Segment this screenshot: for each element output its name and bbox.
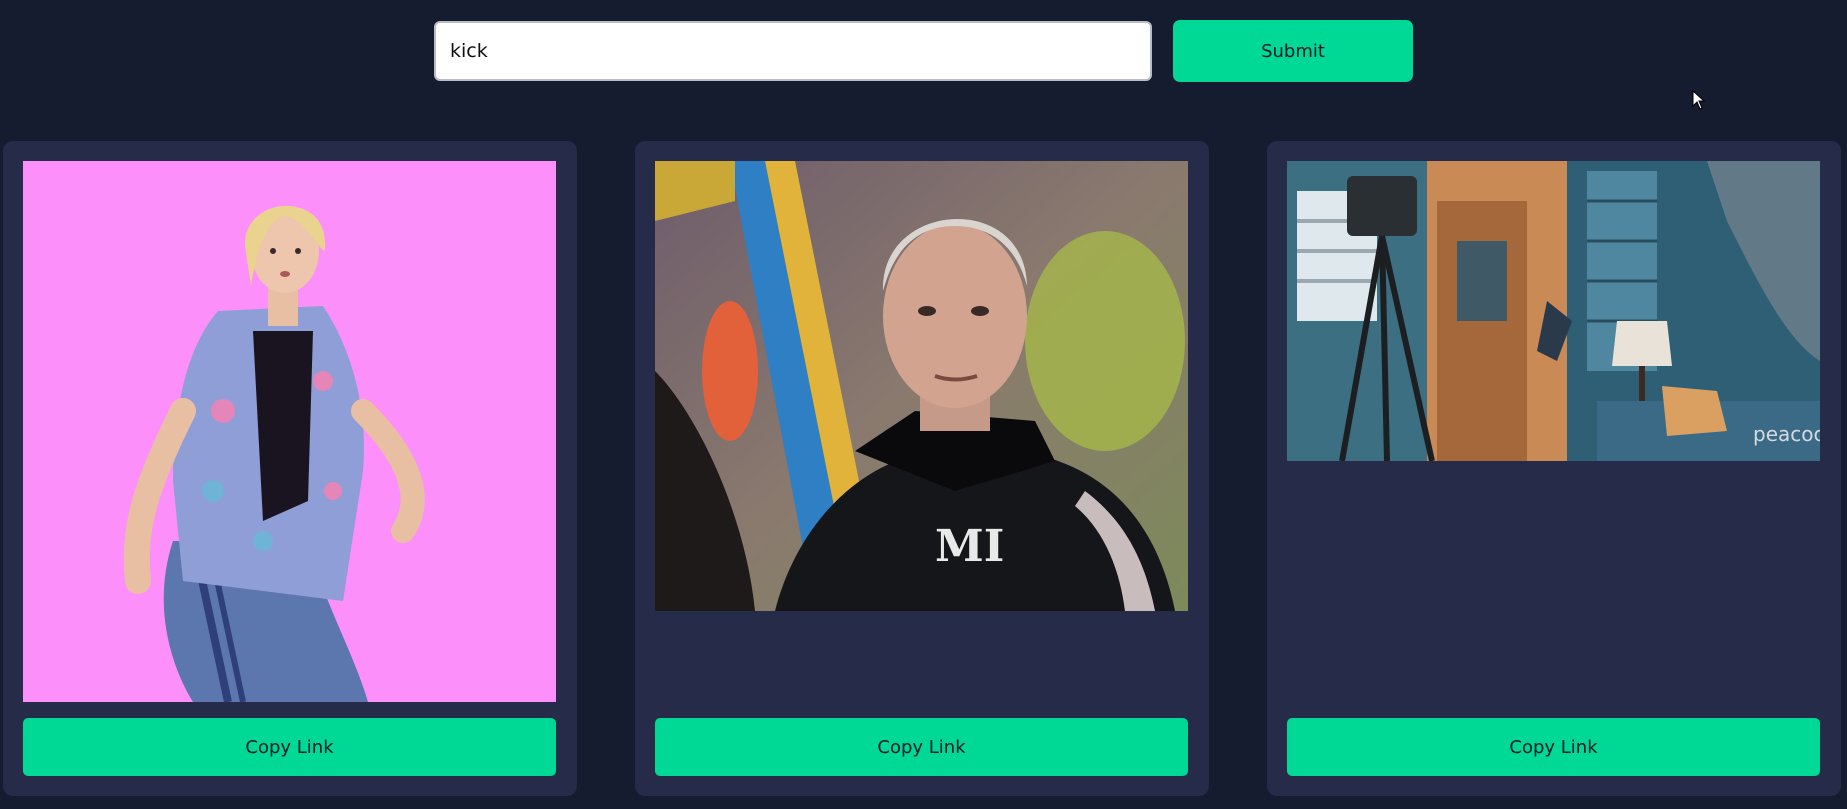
- copy-link-button[interactable]: Copy Link: [655, 718, 1188, 776]
- submit-button[interactable]: Submit: [1173, 20, 1413, 82]
- watermark-text: peacock: [1753, 422, 1820, 446]
- search-bar: Submit: [434, 20, 1413, 82]
- gif-search-page: Submit: [0, 0, 1847, 809]
- result-card: MI Copy Link: [635, 141, 1209, 796]
- svg-text:MI: MI: [935, 521, 1004, 572]
- result-card: Copy Link: [3, 141, 577, 796]
- gif-preview[interactable]: peacock: [1287, 161, 1820, 461]
- gif-image-man-stadium: MI: [655, 161, 1188, 611]
- gif-preview[interactable]: MI: [655, 161, 1188, 611]
- copy-link-button[interactable]: Copy Link: [23, 718, 556, 776]
- results-grid: Copy Link MI Copy Link peacoc Copy Link: [3, 141, 1841, 796]
- gif-preview[interactable]: [23, 161, 556, 702]
- copy-link-button[interactable]: Copy Link: [1287, 718, 1820, 776]
- result-card: peacock Copy Link: [1267, 141, 1841, 796]
- search-input[interactable]: [434, 21, 1152, 81]
- gif-image-dancing-woman: [23, 161, 556, 702]
- gif-image-office-kick: peacock: [1287, 161, 1820, 461]
- mouse-cursor-icon: [1692, 90, 1706, 110]
